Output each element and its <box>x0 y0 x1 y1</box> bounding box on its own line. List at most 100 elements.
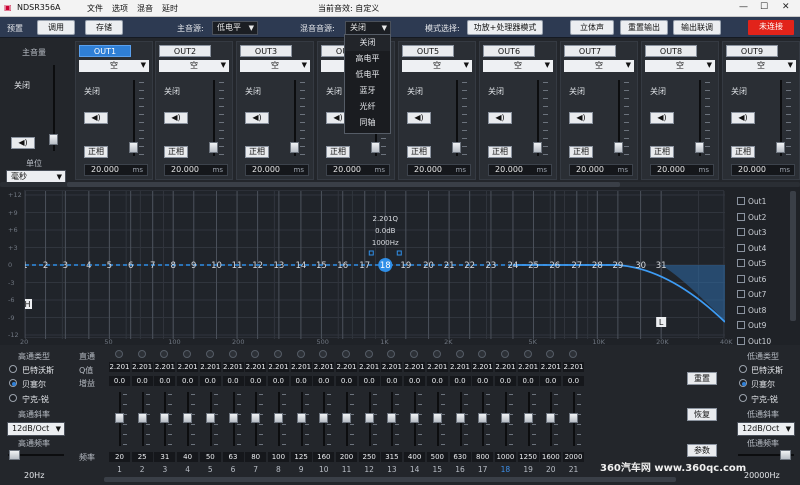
channel-fader-knob[interactable] <box>452 142 461 153</box>
delay-field[interactable]: 20.000 ms <box>84 164 148 176</box>
band-label[interactable]: 31 <box>656 261 667 271</box>
dropdown-item[interactable]: 关闭 <box>345 35 390 51</box>
hp-radio-bessel[interactable] <box>9 379 17 387</box>
lp-slope-select[interactable]: 12dB/Oct ▼ <box>737 422 795 436</box>
dropdown-item[interactable]: 低电平 <box>345 67 390 83</box>
output-checkbox[interactable] <box>737 336 745 345</box>
eq-params-button[interactable]: 参数 <box>687 444 717 457</box>
channel-fader-knob[interactable] <box>290 142 299 153</box>
gain-field[interactable]: 0.0 <box>109 376 130 386</box>
q-field[interactable]: 2.201 <box>381 362 403 372</box>
freq-field[interactable]: 1250 <box>517 452 539 462</box>
freq-field[interactable]: 125 <box>290 452 312 462</box>
band-label[interactable]: 1 <box>25 261 28 271</box>
gain-field[interactable]: 0.0 <box>245 376 267 386</box>
band-label[interactable]: 21 <box>444 261 455 271</box>
bypass-toggle[interactable] <box>183 350 192 358</box>
phase-button[interactable]: 正相 <box>164 146 188 158</box>
gain-field[interactable]: 0.0 <box>358 376 380 386</box>
delay-field[interactable]: 20.000 ms <box>326 164 390 176</box>
phase-button[interactable]: 正相 <box>569 146 593 158</box>
q-field[interactable]: 2.201 <box>494 362 516 372</box>
bypass-toggle[interactable] <box>478 350 487 358</box>
channel-source-select[interactable]: 空▼ <box>483 60 553 72</box>
speaker-icon[interactable]: ◀) <box>164 112 188 124</box>
freq-field[interactable]: 31 <box>154 452 176 462</box>
phase-button[interactable]: 正相 <box>326 146 350 158</box>
gain-field[interactable]: 0.0 <box>494 376 516 386</box>
reset-output-button[interactable]: 重置输出 <box>620 20 668 35</box>
band-label[interactable]: 6 <box>128 261 133 271</box>
dropdown-item[interactable]: 高电平 <box>345 51 390 67</box>
output-button[interactable]: OUT5 <box>402 45 454 57</box>
eq-reset-button[interactable]: 重置 <box>687 372 717 385</box>
menu-file[interactable]: 文件 <box>87 3 103 14</box>
gain-field[interactable]: 0.0 <box>290 376 312 386</box>
channel-fader-knob[interactable] <box>695 142 704 153</box>
disconnected-status[interactable]: 未连接 <box>748 20 794 35</box>
output-checkbox[interactable] <box>737 321 745 329</box>
freq-field[interactable]: 80 <box>245 452 267 462</box>
lp-marker[interactable]: L <box>659 318 664 327</box>
bypass-toggle[interactable] <box>500 350 509 358</box>
freq-field[interactable]: 500 <box>426 452 448 462</box>
bypass-toggle[interactable] <box>569 350 577 358</box>
q-field[interactable]: 2.201 <box>245 362 267 372</box>
output-checkbox[interactable] <box>737 243 745 252</box>
eq-restore-button[interactable]: 恢复 <box>687 408 717 421</box>
band-label[interactable]: 15 <box>316 261 327 271</box>
speaker-icon[interactable]: ◀) <box>731 112 755 124</box>
band-label[interactable]: 23 <box>486 261 497 271</box>
gain-field[interactable]: 0.0 <box>472 376 494 386</box>
band-handle-right[interactable] <box>396 250 402 256</box>
output-button[interactable]: OUT8 <box>645 45 697 57</box>
freq-field[interactable]: 50 <box>199 452 221 462</box>
output-checkbox[interactable] <box>737 197 745 205</box>
delay-field[interactable]: 20.000 ms <box>245 164 309 176</box>
band-label[interactable]: 16 <box>337 261 348 271</box>
band-handle-left[interactable] <box>368 250 374 256</box>
recall-button[interactable]: 调用 <box>37 20 75 35</box>
freq-field[interactable]: 400 <box>404 452 426 462</box>
bypass-toggle[interactable] <box>273 350 282 358</box>
freq-field[interactable]: 63 <box>222 452 244 462</box>
band-label[interactable]: 29 <box>612 261 623 271</box>
main-source-select[interactable]: 低电平 ▼ <box>212 21 258 35</box>
menu-mix[interactable]: 混音 <box>137 3 153 14</box>
band-label[interactable]: 25 <box>528 261 539 271</box>
q-field[interactable]: 2.201 <box>290 362 312 372</box>
gain-field[interactable]: 0.0 <box>177 376 199 386</box>
q-field[interactable]: 2.201 <box>267 362 289 372</box>
bypass-toggle[interactable] <box>251 350 260 358</box>
channel-source-select[interactable]: 空▼ <box>564 60 634 72</box>
channel-source-select[interactable]: 空▼ <box>240 60 310 72</box>
gain-field[interactable]: 0.0 <box>222 376 244 386</box>
output-checkbox[interactable] <box>737 290 745 298</box>
gain-field[interactable]: 0.0 <box>517 376 539 386</box>
gain-field[interactable]: 0.0 <box>381 376 403 386</box>
channel-source-select[interactable]: 空▼ <box>645 60 715 72</box>
gain-field[interactable]: 0.0 <box>199 376 221 386</box>
q-field[interactable]: 2.201 <box>426 362 448 372</box>
q-field[interactable]: 2.201 <box>472 362 494 372</box>
delay-field[interactable]: 20.000 ms <box>488 164 552 176</box>
delay-field[interactable]: 20.000 ms <box>407 164 471 176</box>
output-button[interactable]: OUT6 <box>483 45 535 57</box>
gain-field[interactable]: 0.0 <box>449 376 471 386</box>
gain-field[interactable]: 0.0 <box>154 376 176 386</box>
freq-field[interactable]: 160 <box>313 452 335 462</box>
output-link-button[interactable]: 输出联调 <box>673 20 721 35</box>
band-label[interactable]: 18 <box>380 261 391 271</box>
bypass-toggle[interactable] <box>319 350 328 358</box>
speaker-icon[interactable]: ◀) <box>245 112 269 124</box>
phase-button[interactable]: 正相 <box>245 146 269 158</box>
q-field[interactable]: 2.201 <box>199 362 221 372</box>
band-label[interactable]: 19 <box>400 261 411 271</box>
delay-field[interactable]: 20.000 ms <box>731 164 795 176</box>
output-checkbox[interactable] <box>737 212 745 221</box>
speaker-icon[interactable]: ◀) <box>407 112 431 124</box>
freq-field[interactable]: 630 <box>449 452 471 462</box>
freq-field[interactable]: 1600 <box>540 452 562 462</box>
band-label[interactable]: 11 <box>232 261 243 271</box>
outputs-scrollbar[interactable] <box>790 191 796 321</box>
